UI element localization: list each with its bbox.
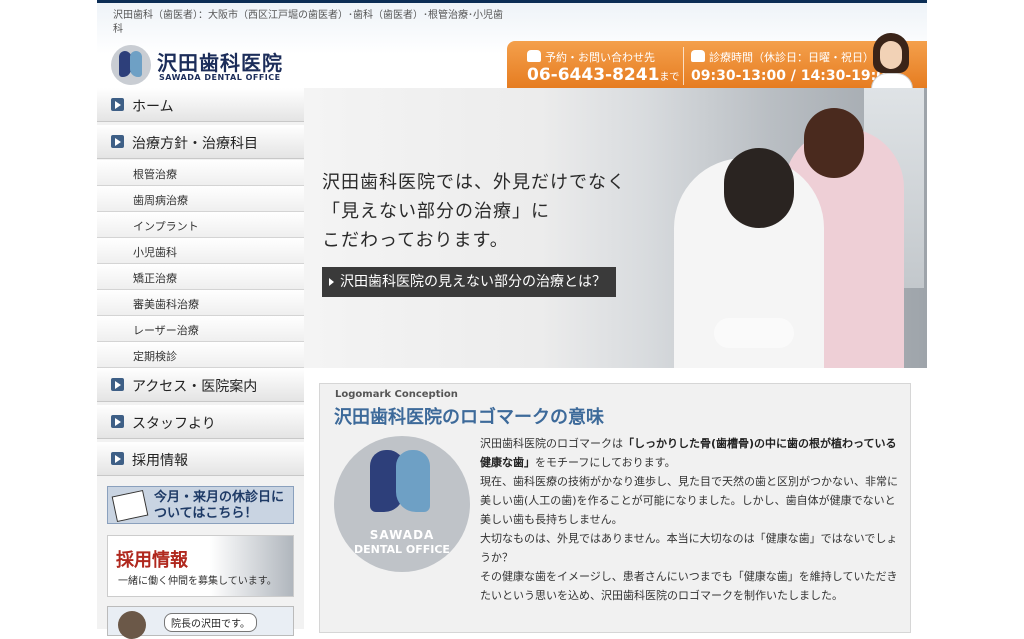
recruit-banner-title: 採用情報 [116,550,188,571]
nav-treatment[interactable]: 治療方針・治療科目 [97,125,304,159]
sidebar-nav: ホーム 治療方針・治療科目 根管治療 歯周病治療 インプラント 小児歯科 矯正治… [97,88,304,639]
p1-after: をモチーフにしております。 [535,456,676,469]
hours-label-text: 診療時間（休診日：日曜・祝日） [709,51,874,64]
nav-staff[interactable]: スタッフより [97,405,304,439]
nav-sub-label: 歯周病治療 [133,194,188,207]
hours-label: 診療時間（休診日：日曜・祝日） [691,49,874,65]
nav-sub-label: 矯正治療 [133,272,177,285]
nav-sub-label: インプラント [133,220,199,233]
contact-label-text: 予約・お問い合わせ先 [545,51,655,64]
nav-sub-periodontal[interactable]: 歯周病治療 [97,186,304,212]
site-logo[interactable]: 沢田歯科医院 SAWADA DENTAL OFFICE [111,45,331,87]
nav-home[interactable]: ホーム [97,88,304,122]
phone-suffix: まで [659,72,680,83]
tooth-logo-icon [111,45,151,85]
contact-label: 予約・お問い合わせ先 [527,49,655,65]
contact-box: 予約・お問い合わせ先 06-6443-8241まで 診療時間（休診日：日曜・祝日… [507,41,927,91]
arrow-right-icon [111,135,124,148]
logomark-panel: Logomark Conception 沢田歯科医院のロゴマークの意味 SAWA… [319,383,911,633]
hero-line1: 沢田歯科医院では、外見だけでなく [322,172,626,193]
paragraph-4: その健康な歯をイメージし、患者さんにいつまでも「健康な歯」を維持していただきたい… [480,570,898,602]
recruit-banner[interactable]: 採用情報 一緒に働く仲間を募集しています。 [107,535,294,597]
logo-text-line2: DENTAL OFFICE [354,543,450,556]
nav-sub-label: 根管治療 [133,168,177,181]
recruit-banner-subtitle: 一緒に働く仲間を募集しています。 [118,576,277,587]
arrow-right-icon [111,98,124,111]
nav-sub-label: 小児歯科 [133,246,177,259]
nav-staff-label: スタッフより [132,416,216,432]
hero-headline: 沢田歯科医院では、外見だけでなく 「見えない部分の治療」に こだわっております。 [322,168,626,255]
hero-banner: 沢田歯科医院では、外見だけでなく 「見えない部分の治療」に こだわっております。… [304,88,927,368]
director-speech-bubble: 院長の沢田です。 [164,613,257,632]
phone-number[interactable]: 06-6443-8241まで [527,65,679,85]
phone-text: 06-6443-8241 [527,65,660,85]
nav-treatment-label: 治療方針・治療科目 [132,136,258,152]
arrow-right-icon [111,378,124,391]
director-banner[interactable]: 院長の沢田です。 [107,606,294,639]
page: 沢田歯科（歯医者）：大阪市（西区江戸堀の歯医者）･歯科（歯医者）･根管治療･小児… [97,0,927,639]
calendar-icon [111,489,149,523]
tooth-logo-icon: SAWADA DENTAL OFFICE [334,436,470,572]
logomark-subtitle: Logomark Conception [335,389,458,400]
holiday-line1: 今月・来月の休診日に [154,490,285,505]
p1-before: 沢田歯科医院のロゴマークは [480,437,623,450]
nav-sub-implant[interactable]: インプラント [97,212,304,238]
nav-sub-orthodontic[interactable]: 矯正治療 [97,264,304,290]
phone-icon [691,50,705,62]
paragraph-1: 沢田歯科医院のロゴマークは「しっかりした骨(歯槽骨)の中に歯の根が植わっている健… [480,434,900,472]
director-photo [118,611,146,639]
arrow-right-icon [111,415,124,428]
hero-line3: こだわっております。 [322,230,509,251]
nav-sub-cosmetic[interactable]: 審美歯科治療 [97,290,304,316]
logo-english-name: SAWADA DENTAL OFFICE [159,73,281,82]
nav-recruit-label: 採用情報 [132,453,188,469]
holiday-line2: ついてはこちら！ [154,506,258,521]
nav-sub-root-canal[interactable]: 根管治療 [97,160,304,186]
hero-cta-button[interactable]: 沢田歯科医院の見えない部分の治療とは？ [322,267,616,297]
main-content: Logomark Conception 沢田歯科医院のロゴマークの意味 SAWA… [304,368,927,633]
site-header: 沢田歯科（歯医者）：大阪市（西区江戸堀の歯医者）･歯科（歯医者）･根管治療･小児… [97,0,927,93]
holiday-banner[interactable]: 今月・来月の休診日に ついてはこちら！ [107,486,294,524]
nav-sub-label: レーザー治療 [133,324,199,337]
hero-line2: 「見えない部分の治療」に [322,201,550,222]
site-tagline: 沢田歯科（歯医者）：大阪市（西区江戸堀の歯医者）･歯科（歯医者）･根管治療･小児… [113,10,503,35]
arrow-right-icon [111,452,124,465]
nav-sub-pediatric[interactable]: 小児歯科 [97,238,304,264]
nav-home-label: ホーム [132,99,174,115]
opening-hours: 09:30-13:00 / 14:30-19:00 [691,68,896,84]
logo-name: 沢田歯科医院 [157,51,283,75]
receptionist-photo [869,33,913,93]
nav-sub-label: 審美歯科治療 [133,298,199,311]
nav-recruit[interactable]: 採用情報 [97,442,304,476]
logomark-title: 沢田歯科医院のロゴマークの意味 [334,407,604,428]
nav-sub-checkup[interactable]: 定期検診 [97,342,304,368]
paragraph-3: 大切なものは、外見ではありません。本当に大切なのは「健康な歯」ではないでしょうか… [480,532,898,564]
dental-treatment-photo [604,88,927,368]
nav-access[interactable]: アクセス・医院案内 [97,368,304,402]
logo-text-line1: SAWADA [369,528,435,542]
holiday-banner-text: 今月・来月の休診日に ついてはこちら！ [154,490,284,522]
phone-icon [527,50,541,62]
nav-sub-label: 定期検診 [133,350,177,363]
logomark-description: 沢田歯科医院のロゴマークは「しっかりした骨(歯槽骨)の中に歯の根が植わっている健… [480,434,900,605]
paragraph-2: 現在、歯科医療の技術がかなり進歩し、見た目で天然の歯と区別がつかない、非常に美し… [480,475,898,526]
nav-sub-laser[interactable]: レーザー治療 [97,316,304,342]
contact-divider [683,47,684,85]
nav-access-label: アクセス・医院案内 [132,379,258,395]
